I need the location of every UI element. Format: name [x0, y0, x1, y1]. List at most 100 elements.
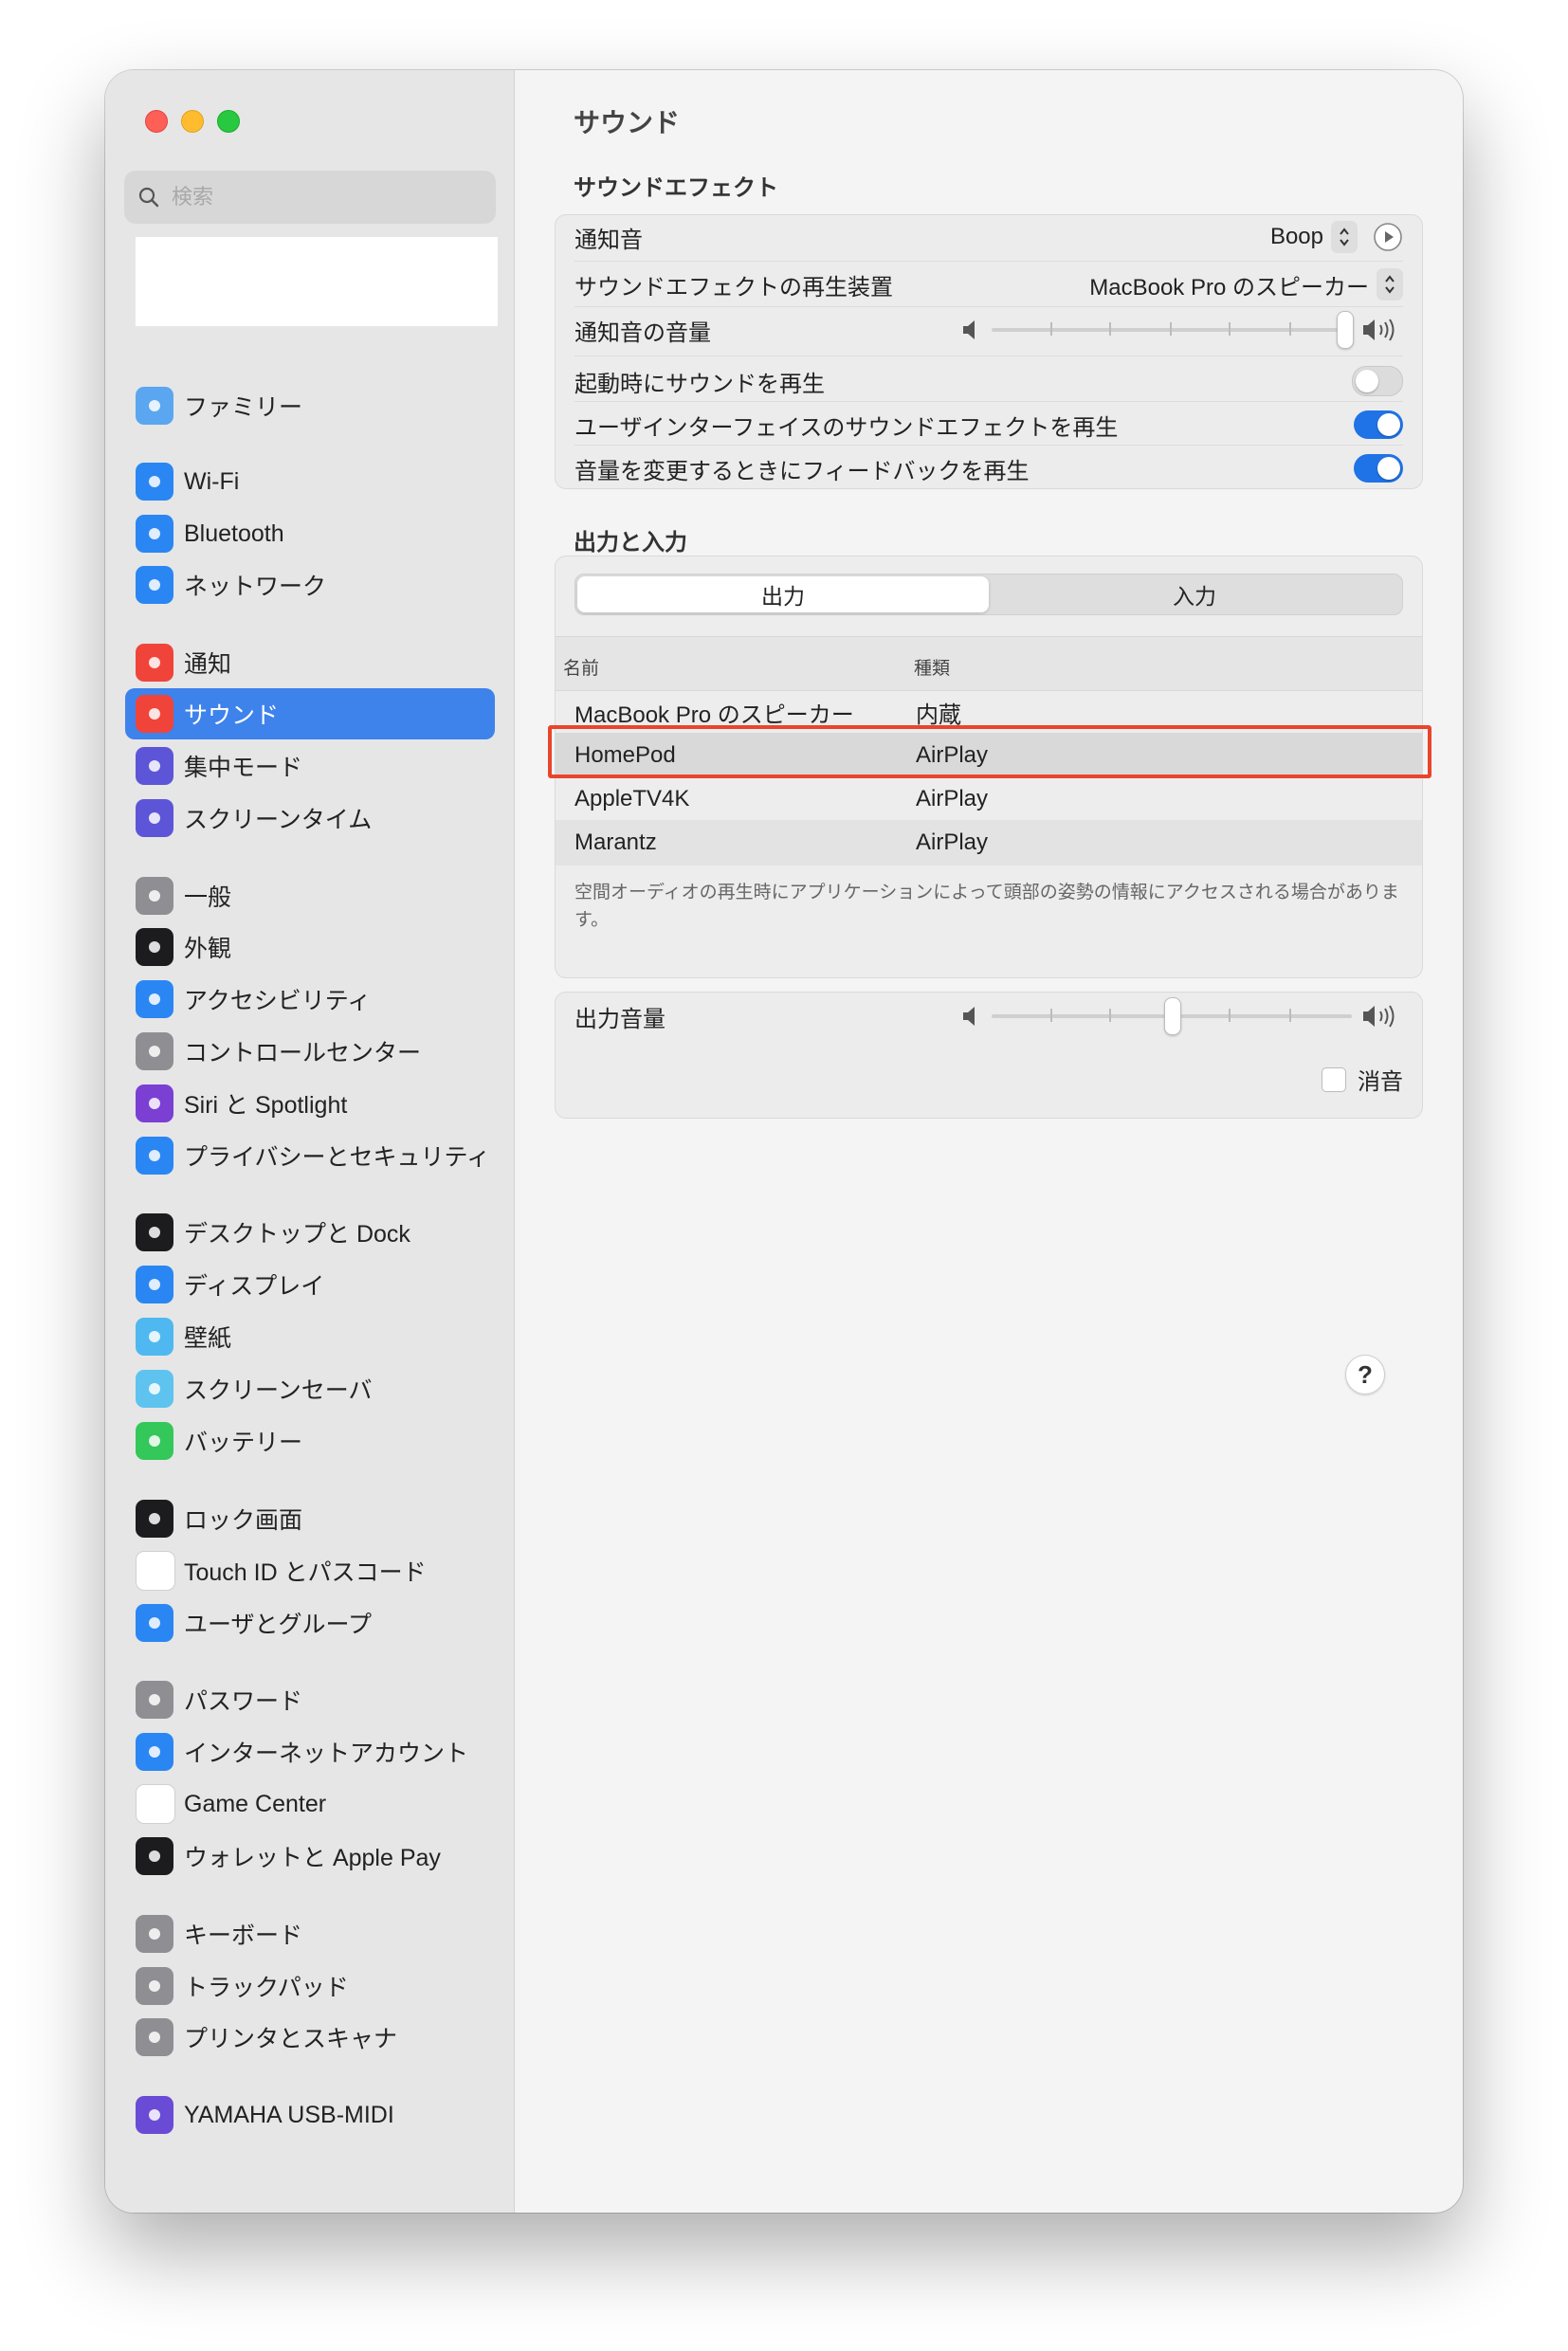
tab-output[interactable]: 出力 — [577, 576, 989, 612]
volume-low-icon — [963, 1007, 975, 1026]
sidebar-item[interactable]: キーボード — [125, 1908, 495, 1959]
keyboard-icon — [136, 1915, 173, 1953]
wifi-icon — [136, 463, 173, 501]
sidebar-item[interactable]: トラックパッド — [125, 1960, 495, 2012]
sidebar-item[interactable]: パスワード — [125, 1674, 495, 1725]
alert-volume-label: 通知音の音量 — [574, 319, 711, 346]
sidebar-item[interactable]: ネットワーク — [125, 559, 495, 611]
close-window-button[interactable] — [145, 110, 168, 133]
device-row[interactable]: AppleTV4K AirPlay — [556, 776, 1422, 822]
sidebar-item-label: ファミリー — [184, 394, 303, 421]
sidebar-item[interactable]: サウンド — [125, 688, 495, 739]
search-field[interactable] — [124, 171, 496, 224]
alert-sound-popup[interactable]: Boop — [1270, 221, 1358, 253]
sidebar-item-label: スクリーンタイム — [184, 807, 373, 833]
bluetooth-icon — [136, 515, 173, 553]
tab-input[interactable]: 入力 — [989, 576, 1400, 612]
sidebar-item[interactable]: 一般 — [125, 870, 495, 921]
sidebar-item-label: ディスプレイ — [184, 1273, 325, 1300]
sidebar-item[interactable]: 外観 — [125, 921, 495, 973]
sidebar-item[interactable]: Siri と Spotlight — [125, 1078, 495, 1129]
sidebar-item[interactable]: 集中モード — [125, 740, 495, 792]
mute-label: 消音 — [1358, 1069, 1403, 1095]
minimize-window-button[interactable] — [181, 110, 204, 133]
sidebar-item[interactable]: ユーザとグループ — [125, 1597, 495, 1649]
sidebar-item[interactable]: Wi-Fi — [125, 456, 495, 507]
sidebar-item[interactable]: ファミリー — [125, 380, 495, 431]
printer-icon — [136, 2018, 173, 2056]
zoom-window-button[interactable] — [217, 110, 240, 133]
sidebar-item[interactable]: ディスプレイ — [125, 1259, 495, 1310]
output-volume-label: 出力音量 — [574, 1006, 665, 1032]
sidebar-item-label: インターネットアカウント — [184, 1740, 469, 1767]
sidebar-item-label: 外観 — [184, 936, 232, 962]
output-volume-panel: 出力音量消音 — [555, 992, 1423, 1119]
alert-volume-thumb[interactable] — [1337, 311, 1354, 349]
sidebar-item[interactable]: 通知 — [125, 637, 495, 688]
alert-sound-stepper-icon — [1331, 221, 1358, 253]
output-volume-thumb[interactable] — [1164, 997, 1181, 1035]
mute-checkbox-row[interactable]: 消音 — [1322, 1063, 1403, 1096]
sidebar-item[interactable]: Touch ID とパスコード — [125, 1545, 495, 1596]
sidebar-item-label: キーボード — [184, 1923, 303, 1949]
sidebar-item[interactable]: バッテリー — [125, 1415, 495, 1467]
sidebar-item-label: サウンド — [184, 702, 280, 729]
sound-effects-panel: 通知音 Boop サウンドエフェクトの再生装置 MacBook Pro のスピー… — [555, 214, 1423, 489]
sidebar-item[interactable]: ウォレットと Apple Pay — [125, 1831, 495, 1882]
sidebar-item-label: バッテリー — [184, 1430, 303, 1456]
sidebar-item[interactable]: スクリーンタイム — [125, 793, 495, 844]
sidebar-item[interactable]: インターネットアカウント — [125, 1726, 495, 1777]
search-input[interactable] — [170, 184, 477, 210]
appearance-icon — [136, 928, 173, 966]
wallet-icon — [136, 1837, 173, 1875]
sidebar-item-label: スクリーンセーバ — [184, 1377, 373, 1404]
sidebar-item[interactable]: アクセシビリティ — [125, 974, 495, 1025]
at-sign-icon — [136, 1733, 173, 1771]
sidebar-item-label: プリンタとスキャナ — [184, 2026, 398, 2052]
sidebar-item[interactable]: Game Center — [125, 1778, 495, 1830]
sidebar-item[interactable]: プライバシーとセキュリティ — [125, 1130, 495, 1181]
device-row[interactable]: Marantz AirPlay — [556, 820, 1422, 866]
device-row[interactable]: MacBook Pro のスピーカー 内蔵 — [556, 689, 1422, 735]
help-button[interactable]: ? — [1345, 1355, 1385, 1394]
sidebar-item-label: ネットワーク — [184, 574, 327, 600]
hourglass-icon — [136, 799, 173, 837]
sidebar-item[interactable]: Bluetooth — [125, 508, 495, 559]
sidebar-item-label: 集中モード — [184, 755, 303, 781]
control-center-icon — [136, 1032, 173, 1070]
accessibility-icon — [136, 980, 173, 1018]
device-row-homepod[interactable]: HomePod AirPlay — [548, 725, 1431, 778]
speaker-icon — [136, 695, 173, 733]
sidebar-item-label: Bluetooth — [184, 519, 284, 547]
sidebar-item[interactable]: ロック画面 — [125, 1493, 495, 1544]
battery-icon — [136, 1422, 173, 1460]
device-table-header: 名前 種類 — [556, 636, 1422, 691]
sidebar-item[interactable]: YAMAHA USB-MIDI — [125, 2089, 495, 2141]
sidebar-item-label: Wi-Fi — [184, 467, 240, 495]
sidebar-item-label: プライバシーとセキュリティ — [184, 1144, 491, 1171]
output-volume-slider[interactable] — [961, 997, 1403, 1035]
sidebar: ファミリー Wi-Fi Bluetooth ネットワーク通知サウンド集中モードスクリー… — [105, 70, 515, 2213]
volume-high-icon — [1363, 319, 1395, 341]
sidebar-item-label: Touch ID とパスコード — [184, 1559, 427, 1586]
sidebar-item[interactable]: 壁紙 — [125, 1311, 495, 1362]
mute-checkbox[interactable] — [1322, 1066, 1346, 1092]
alert-volume-slider[interactable] — [961, 311, 1403, 349]
hand-icon — [136, 1137, 173, 1175]
alert-sound-value: Boop — [1269, 224, 1323, 249]
gear-icon — [136, 877, 173, 915]
column-header-type[interactable]: 種類 — [914, 654, 950, 680]
sidebar-item[interactable]: スクリーンセーバ — [125, 1363, 495, 1414]
yamaha-midi-icon — [136, 2096, 173, 2134]
notification-bell-icon — [136, 644, 173, 682]
play-alert-sound-icon[interactable] — [1373, 222, 1403, 252]
sidebar-item[interactable]: デスクトップと Dock — [125, 1207, 495, 1258]
account-card[interactable] — [136, 237, 498, 326]
sidebar-item[interactable]: プリンタとスキャナ — [125, 2012, 495, 2063]
section-header-output-input: 出力と入力 — [574, 530, 687, 556]
volume-feedback-toggle[interactable] — [1354, 454, 1403, 483]
column-header-name[interactable]: 名前 — [563, 654, 599, 680]
volume-high-icon — [1363, 1005, 1395, 1028]
game-center-icon — [136, 1784, 175, 1824]
sidebar-item[interactable]: コントロールセンター — [125, 1026, 495, 1077]
